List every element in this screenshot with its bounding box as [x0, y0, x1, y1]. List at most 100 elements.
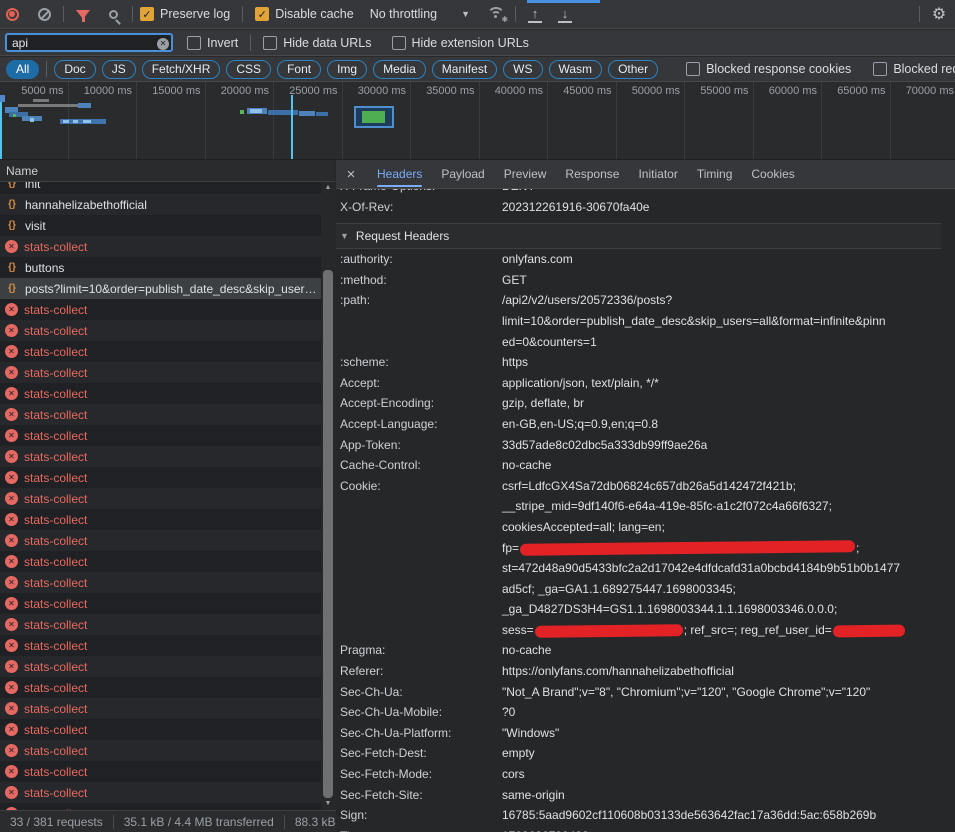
request-row[interactable]: ✕stats-collect — [0, 782, 321, 803]
filter-pill-ws[interactable]: WS — [503, 60, 542, 79]
scrollbar-thumb[interactable] — [323, 270, 333, 798]
request-row[interactable]: ✕stats-collect — [0, 635, 321, 656]
settings-button[interactable]: ⚙ — [927, 2, 951, 26]
request-row[interactable]: {}visit — [0, 215, 321, 236]
name-column-header[interactable]: Name — [0, 160, 335, 182]
pill-separator — [46, 61, 47, 77]
network-conditions-button[interactable]: ✱ — [484, 2, 508, 26]
waterfall-bar — [291, 95, 293, 160]
header-row: Time:1703636799438 — [336, 826, 941, 832]
header-value: DENY — [502, 189, 535, 197]
request-row[interactable]: ✕stats-collect — [0, 530, 321, 551]
filter-pill-img[interactable]: Img — [327, 60, 367, 79]
request-row[interactable]: ✕stats-collect — [0, 236, 321, 257]
close-details-button[interactable]: × — [344, 166, 358, 183]
export-har-button[interactable]: ↓ — [553, 2, 577, 26]
invert-checkbox[interactable]: Invert — [187, 36, 238, 50]
header-name: X-Frame-Options: — [336, 189, 502, 197]
xhr-icon: {} — [5, 182, 19, 189]
timeline-tick: 45000 ms — [548, 82, 617, 159]
request-name: stats-collect — [24, 723, 87, 737]
request-row[interactable]: ✕stats-collect — [0, 719, 321, 740]
request-row[interactable]: ✕stats-collect — [0, 488, 321, 509]
waterfall-bar — [33, 99, 49, 102]
tab-response[interactable]: Response — [565, 160, 619, 189]
request-row[interactable]: ✕stats-collect — [0, 341, 321, 362]
network-status-bar: 33 / 381 requests 35.1 kB / 4.4 MB trans… — [0, 810, 336, 832]
filter-pill-font[interactable]: Font — [277, 60, 321, 79]
header-name: :path: — [336, 290, 502, 311]
request-name: stats-collect — [24, 366, 87, 380]
request-row[interactable]: ✕stats-collect — [0, 761, 321, 782]
filter-pill-css[interactable]: CSS — [226, 60, 271, 79]
request-name: stats-collect — [24, 555, 87, 569]
tab-timing[interactable]: Timing — [697, 160, 733, 189]
header-name: Cookie: — [336, 476, 502, 497]
filter-pill-js[interactable]: JS — [102, 60, 136, 79]
hide-data-urls-checkbox[interactable]: Hide data URLs — [263, 36, 371, 50]
network-overview-timeline[interactable]: 5000 ms10000 ms15000 ms20000 ms25000 ms3… — [0, 82, 955, 160]
error-icon: ✕ — [5, 408, 18, 421]
filter-pill-manifest[interactable]: Manifest — [432, 60, 497, 79]
clear-button[interactable] — [32, 2, 56, 26]
request-row[interactable]: ✕stats-collect — [0, 362, 321, 383]
header-row: Accept:application/json, text/plain, */* — [336, 373, 941, 394]
request-row[interactable]: {}hannahelizabethofficial — [0, 194, 321, 215]
request-row[interactable]: {}buttons — [0, 257, 321, 278]
checkbox-checked-icon: ✓ — [255, 7, 269, 21]
request-headers-section[interactable]: ▼ Request Headers — [336, 224, 941, 249]
scroll-up-icon[interactable]: ▲ — [321, 182, 335, 194]
header-row: Sec-Ch-Ua:"Not_A Brand";v="8", "Chromium… — [336, 682, 941, 703]
request-row[interactable]: ✕stats-collect — [0, 551, 321, 572]
request-row[interactable]: ✕stats-collect — [0, 425, 321, 446]
request-row[interactable]: ✕stats-collect — [0, 656, 321, 677]
filter-pill-fetch-xhr[interactable]: Fetch/XHR — [142, 60, 221, 79]
disable-cache-checkbox[interactable]: ✓ Disable cache — [255, 7, 354, 21]
filter-pill-all[interactable]: All — [6, 60, 39, 79]
tab-preview[interactable]: Preview — [504, 160, 547, 189]
preserve-log-checkbox[interactable]: ✓ Preserve log — [140, 7, 230, 21]
request-row[interactable]: ✕stats-collect — [0, 467, 321, 488]
waterfall-bar — [362, 111, 385, 123]
request-row[interactable]: ✕stats-collect — [0, 614, 321, 635]
tab-cookies[interactable]: Cookies — [751, 160, 794, 189]
request-row[interactable]: ✕stats-collect — [0, 404, 321, 425]
request-name: buttons — [25, 261, 64, 275]
request-row[interactable]: ✕stats-collect — [0, 446, 321, 467]
request-row[interactable]: ✕stats-collect — [0, 740, 321, 761]
request-row[interactable]: {}init — [0, 182, 321, 194]
request-name: stats-collect — [24, 618, 87, 632]
blocked-response-cookies-checkbox[interactable]: Blocked response cookies — [686, 62, 851, 76]
scroll-down-icon[interactable]: ▼ — [321, 798, 335, 810]
import-har-button[interactable]: ↑ — [523, 2, 547, 26]
blocked-requests-checkbox[interactable]: Blocked requests — [873, 62, 955, 76]
hide-extension-urls-checkbox[interactable]: Hide extension URLs — [392, 36, 529, 50]
record-button[interactable] — [0, 2, 24, 26]
request-row[interactable]: ✕stats-collect — [0, 320, 321, 341]
request-row[interactable]: {}posts?limit=10&order=publish_date_desc… — [0, 278, 321, 299]
request-row[interactable]: ✕stats-collect — [0, 383, 321, 404]
request-row[interactable]: ✕stats-collect — [0, 803, 321, 810]
error-icon: ✕ — [5, 513, 18, 526]
filter-pill-wasm[interactable]: Wasm — [549, 60, 603, 79]
tab-payload[interactable]: Payload — [441, 160, 484, 189]
tab-initiator[interactable]: Initiator — [638, 160, 677, 189]
request-row[interactable]: ✕stats-collect — [0, 677, 321, 698]
throttling-dropdown[interactable]: No throttling ▼ — [370, 7, 470, 21]
search-button[interactable] — [101, 2, 125, 26]
filter-pill-doc[interactable]: Doc — [54, 60, 95, 79]
request-row[interactable]: ✕stats-collect — [0, 593, 321, 614]
request-row[interactable]: ✕stats-collect — [0, 698, 321, 719]
checkbox-unchecked-icon — [187, 36, 201, 50]
request-list-scrollbar[interactable]: ▲ ▼ — [321, 182, 335, 810]
request-row[interactable]: ✕stats-collect — [0, 572, 321, 593]
clear-filter-icon[interactable]: ✕ — [157, 38, 169, 50]
filter-toggle-button[interactable] — [71, 2, 95, 26]
tab-headers[interactable]: Headers — [377, 160, 422, 189]
filter-pill-other[interactable]: Other — [608, 60, 658, 79]
filter-pill-media[interactable]: Media — [373, 60, 426, 79]
request-row[interactable]: ✕stats-collect — [0, 299, 321, 320]
filter-input[interactable] — [5, 33, 173, 52]
request-row[interactable]: ✕stats-collect — [0, 509, 321, 530]
toolbar-separator — [132, 6, 133, 22]
